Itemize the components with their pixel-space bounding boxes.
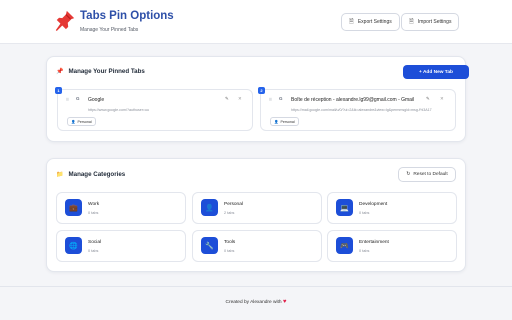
gamepad-icon: 🎮 xyxy=(336,237,353,254)
category-name: Development xyxy=(359,202,388,207)
footer-text: Created by Alexandre with xyxy=(225,300,282,305)
category-count: 0 tabs xyxy=(359,249,370,253)
folder-icon: 📁 xyxy=(56,172,64,178)
category-count: 0 tabs xyxy=(88,211,99,215)
tab-url: https://www.google.com/?authuser=uu xyxy=(88,108,150,112)
globe-icon: 🌐 xyxy=(65,237,82,254)
app-subtitle: Manage Your Pinned Tabs xyxy=(80,27,139,33)
category-name: Entertainment xyxy=(359,240,389,245)
laptop-icon: 💻 xyxy=(336,199,353,216)
category-item-tools[interactable]: 🔧 Tools 0 tabs xyxy=(192,230,322,262)
category-item-development[interactable]: 💻 Development 0 tabs xyxy=(327,192,457,224)
reset-label: Reset to Default xyxy=(413,172,448,177)
person-icon: 👤 xyxy=(71,119,76,124)
heart-icon: ♥ xyxy=(282,299,287,305)
category-count: 0 tabs xyxy=(359,211,370,215)
category-count: 0 tabs xyxy=(224,249,235,253)
pinned-tab-item[interactable]: 1 ⠿ G Google https://www.google.com/?aut… xyxy=(55,87,253,131)
category-item-social[interactable]: 🌐 Social 0 tabs xyxy=(56,230,186,262)
categories-title: Manage Categories xyxy=(68,171,126,178)
edit-icon[interactable]: ✎ xyxy=(225,96,229,102)
pinned-tabs-heading: 📌 Manage Your Pinned Tabs xyxy=(56,68,145,75)
tab-title: Google xyxy=(88,97,105,103)
drag-handle-icon[interactable]: ⠿ xyxy=(269,97,272,102)
export-settings-button[interactable]: 🗎 Export Settings xyxy=(341,13,400,31)
category-name: Tools xyxy=(224,240,236,245)
app-header: Tabs Pin Options Manage Your Pinned Tabs… xyxy=(0,0,512,44)
edit-icon[interactable]: ✎ xyxy=(426,96,430,102)
briefcase-icon: 💼 xyxy=(65,199,82,216)
tab-url: https://mail.google.com/mail/u/0/?ui=2&i… xyxy=(291,108,432,112)
pinned-tab-item[interactable]: 2 ⠿ G Boîte de réception - alexandre.lg9… xyxy=(258,87,456,131)
file-export-icon: 🗎 xyxy=(349,19,354,25)
refresh-icon: ↻ xyxy=(406,172,411,177)
categories-heading: 📁 Manage Categories xyxy=(56,171,125,178)
pin-icon: 📌 xyxy=(56,69,64,75)
person-icon: 👤 xyxy=(274,119,279,124)
wrench-icon: 🔧 xyxy=(201,237,218,254)
pushpin-logo-icon xyxy=(55,10,75,31)
favicon-icon: G xyxy=(279,96,283,101)
person-icon: 👤 xyxy=(201,199,218,216)
category-name: Social xyxy=(88,240,102,245)
close-icon[interactable]: ✕ xyxy=(238,96,242,102)
favicon-icon: G xyxy=(76,96,80,101)
file-import-icon: 🗎 xyxy=(409,19,414,25)
app-title: Tabs Pin Options xyxy=(80,10,174,22)
category-tag-label: Personal xyxy=(77,119,92,124)
tab-order-badge: 2 xyxy=(258,87,265,94)
category-tag: 👤 Personal xyxy=(67,117,96,126)
tab-title: Boîte de réception - alexandre.lg99@gmai… xyxy=(291,97,415,103)
pinned-tabs-title: Manage Your Pinned Tabs xyxy=(68,68,145,75)
category-item-entertainment[interactable]: 🎮 Entertainment 0 tabs xyxy=(327,230,457,262)
add-new-tab-button[interactable]: + Add New Tab xyxy=(403,65,469,79)
category-item-work[interactable]: 💼 Work 0 tabs xyxy=(56,192,186,224)
category-count: 0 tabs xyxy=(88,249,99,253)
category-tag-label: Personal xyxy=(280,119,295,124)
add-new-tab-label: + Add New Tab xyxy=(419,69,453,75)
category-item-personal[interactable]: 👤 Personal 2 tabs xyxy=(192,192,322,224)
category-tag: 👤 Personal xyxy=(270,117,299,126)
export-settings-label: Export Settings xyxy=(357,19,392,25)
import-settings-label: Import Settings xyxy=(417,19,452,25)
tab-order-badge: 1 xyxy=(55,87,62,94)
close-icon[interactable]: ✕ xyxy=(440,96,444,102)
import-settings-button[interactable]: 🗎 Import Settings xyxy=(401,13,460,31)
category-name: Work xyxy=(88,202,100,207)
reset-to-default-button[interactable]: ↻ Reset to Default xyxy=(398,167,456,182)
category-name: Personal xyxy=(224,202,243,207)
category-count: 2 tabs xyxy=(224,211,235,215)
footer-credit: Created by Alexandre with ♥ xyxy=(0,299,512,305)
drag-handle-icon[interactable]: ⠿ xyxy=(66,97,69,102)
